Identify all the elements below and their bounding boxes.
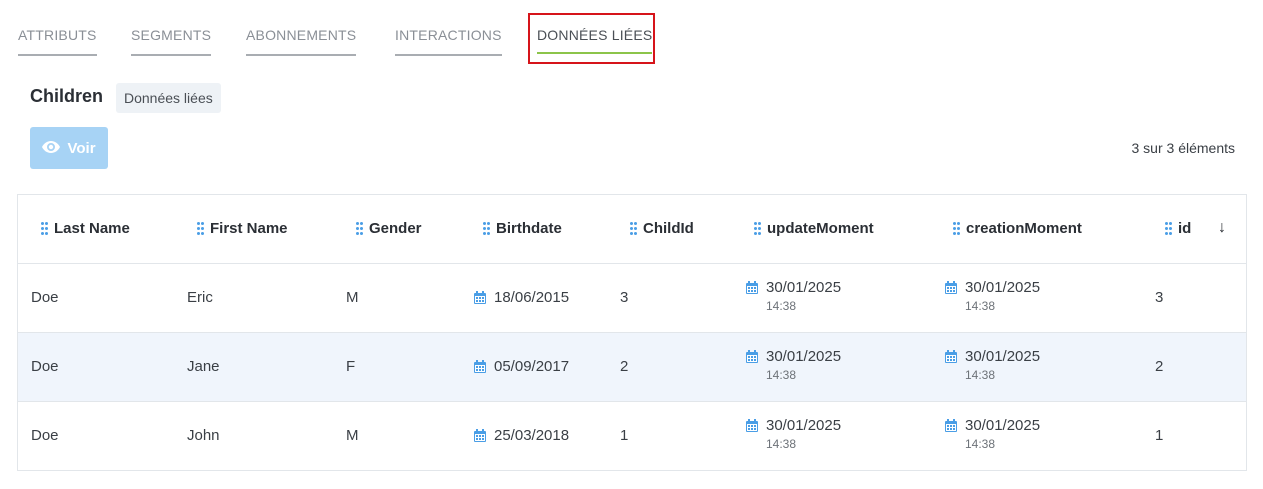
column-header-child-id[interactable]: ChildId: [630, 220, 694, 237]
column-label: ChildId: [643, 220, 694, 237]
column-header-update-moment[interactable]: updateMoment: [754, 220, 874, 237]
calendar-icon: [746, 418, 758, 432]
birthdate-value: 18/06/2015: [494, 289, 570, 306]
update-time: 14:38: [766, 437, 797, 451]
cell-id: 3: [1155, 289, 1164, 306]
cell-first-name: Jane: [187, 358, 220, 375]
creation-time: 14:38: [965, 299, 996, 313]
column-header-id[interactable]: id: [1165, 220, 1191, 237]
cell-update-moment: 30/01/2025 14:38: [745, 348, 841, 382]
tab-interactions[interactable]: INTERACTIONS: [395, 27, 502, 56]
tab-label: SEGMENTS: [131, 27, 212, 43]
view-button[interactable]: Voir: [30, 127, 108, 169]
cell-gender: F: [346, 358, 356, 375]
cell-birthdate: 18/06/2015: [473, 289, 569, 306]
data-table: Last Name First Name Gender Birthdate Ch…: [17, 194, 1247, 471]
column-label: creationMoment: [966, 220, 1082, 237]
column-label: Birthdate: [496, 220, 562, 237]
update-date: 30/01/2025: [766, 279, 842, 296]
tab-abonnements[interactable]: ABONNEMENTS: [246, 27, 357, 56]
cell-first-name: John: [187, 427, 220, 444]
drag-handle-icon[interactable]: [41, 222, 48, 235]
cell-id: 2: [1155, 358, 1164, 375]
drag-handle-icon[interactable]: [953, 222, 960, 235]
column-label: updateMoment: [767, 220, 874, 237]
drag-handle-icon[interactable]: [630, 222, 637, 235]
tab-label: ATTRIBUTS: [18, 27, 97, 43]
tab-underline: [131, 54, 212, 56]
drag-handle-icon[interactable]: [754, 222, 761, 235]
cell-child-id: 2: [620, 358, 629, 375]
calendar-icon: [945, 418, 957, 432]
cell-creation-moment: 30/01/2025 14:38: [944, 417, 1040, 451]
cell-last-name: Doe: [31, 358, 59, 375]
table-header: Last Name First Name Gender Birthdate Ch…: [18, 195, 1246, 264]
view-button-label: Voir: [67, 139, 96, 157]
tab-segments[interactable]: SEGMENTS: [131, 27, 212, 56]
cell-last-name: Doe: [31, 427, 59, 444]
tab-underline: [395, 54, 502, 56]
column-header-creation-moment[interactable]: creationMoment: [953, 220, 1082, 237]
column-header-last-name[interactable]: Last Name: [41, 220, 130, 237]
update-date: 30/01/2025: [766, 348, 842, 365]
cell-creation-moment: 30/01/2025 14:38: [944, 348, 1040, 382]
cell-id: 1: [1155, 427, 1164, 444]
arrow-down-icon[interactable]: ↓: [1218, 219, 1226, 237]
cell-child-id: 1: [620, 427, 629, 444]
cell-birthdate: 25/03/2018: [473, 427, 569, 444]
column-label: Last Name: [54, 220, 130, 237]
cell-creation-moment: 30/01/2025 14:38: [944, 279, 1040, 313]
cell-gender: M: [346, 289, 359, 306]
birthdate-value: 05/09/2017: [494, 358, 570, 375]
calendar-icon: [474, 290, 486, 304]
drag-handle-icon[interactable]: [1165, 222, 1172, 235]
tab-underline: [18, 54, 97, 56]
column-header-first-name[interactable]: First Name: [197, 220, 288, 237]
column-label: First Name: [210, 220, 288, 237]
calendar-icon: [945, 280, 957, 294]
tab-attributs[interactable]: ATTRIBUTS: [18, 27, 97, 56]
update-time: 14:38: [766, 299, 797, 313]
calendar-icon: [746, 280, 758, 294]
drag-handle-icon[interactable]: [197, 222, 204, 235]
creation-time: 14:38: [965, 368, 996, 382]
eye-icon: [42, 140, 61, 157]
table-row[interactable]: Doe Jane F 05/09/2017 2 30/01/2025 14:38…: [18, 333, 1246, 402]
birthdate-value: 25/03/2018: [494, 427, 570, 444]
section-title: Children: [30, 86, 104, 106]
highlight-box: [528, 13, 655, 64]
cell-first-name: Eric: [187, 289, 213, 306]
item-count: 3 sur 3 éléments: [1131, 140, 1236, 156]
column-label: id: [1178, 220, 1192, 237]
drag-handle-icon[interactable]: [483, 222, 490, 235]
calendar-icon: [945, 349, 957, 363]
creation-date: 30/01/2025: [965, 279, 1041, 296]
table-row[interactable]: Doe John M 25/03/2018 1 30/01/2025 14:38…: [18, 402, 1246, 471]
drag-handle-icon[interactable]: [356, 222, 363, 235]
cell-child-id: 3: [620, 289, 629, 306]
column-label: Gender: [369, 220, 422, 237]
tab-label: ABONNEMENTS: [246, 27, 357, 43]
table-row[interactable]: Doe Eric M 18/06/2015 3 30/01/2025 14:38…: [18, 264, 1246, 333]
cell-last-name: Doe: [31, 289, 59, 306]
calendar-icon: [474, 359, 486, 373]
creation-date: 30/01/2025: [965, 348, 1041, 365]
column-header-gender[interactable]: Gender: [356, 220, 422, 237]
tab-bar: ATTRIBUTS SEGMENTS ABONNEMENTS INTERACTI…: [0, 0, 1263, 64]
update-date: 30/01/2025: [766, 417, 842, 434]
cell-update-moment: 30/01/2025 14:38: [745, 279, 841, 313]
calendar-icon: [746, 349, 758, 363]
creation-date: 30/01/2025: [965, 417, 1041, 434]
tab-label: INTERACTIONS: [395, 27, 502, 43]
cell-update-moment: 30/01/2025 14:38: [745, 417, 841, 451]
column-header-birthdate[interactable]: Birthdate: [483, 220, 562, 237]
update-time: 14:38: [766, 368, 797, 382]
cell-gender: M: [346, 427, 359, 444]
section-badge: Données liées: [116, 83, 221, 113]
tab-underline: [246, 54, 357, 56]
calendar-icon: [474, 428, 486, 442]
cell-birthdate: 05/09/2017: [473, 358, 569, 375]
creation-time: 14:38: [965, 437, 996, 451]
